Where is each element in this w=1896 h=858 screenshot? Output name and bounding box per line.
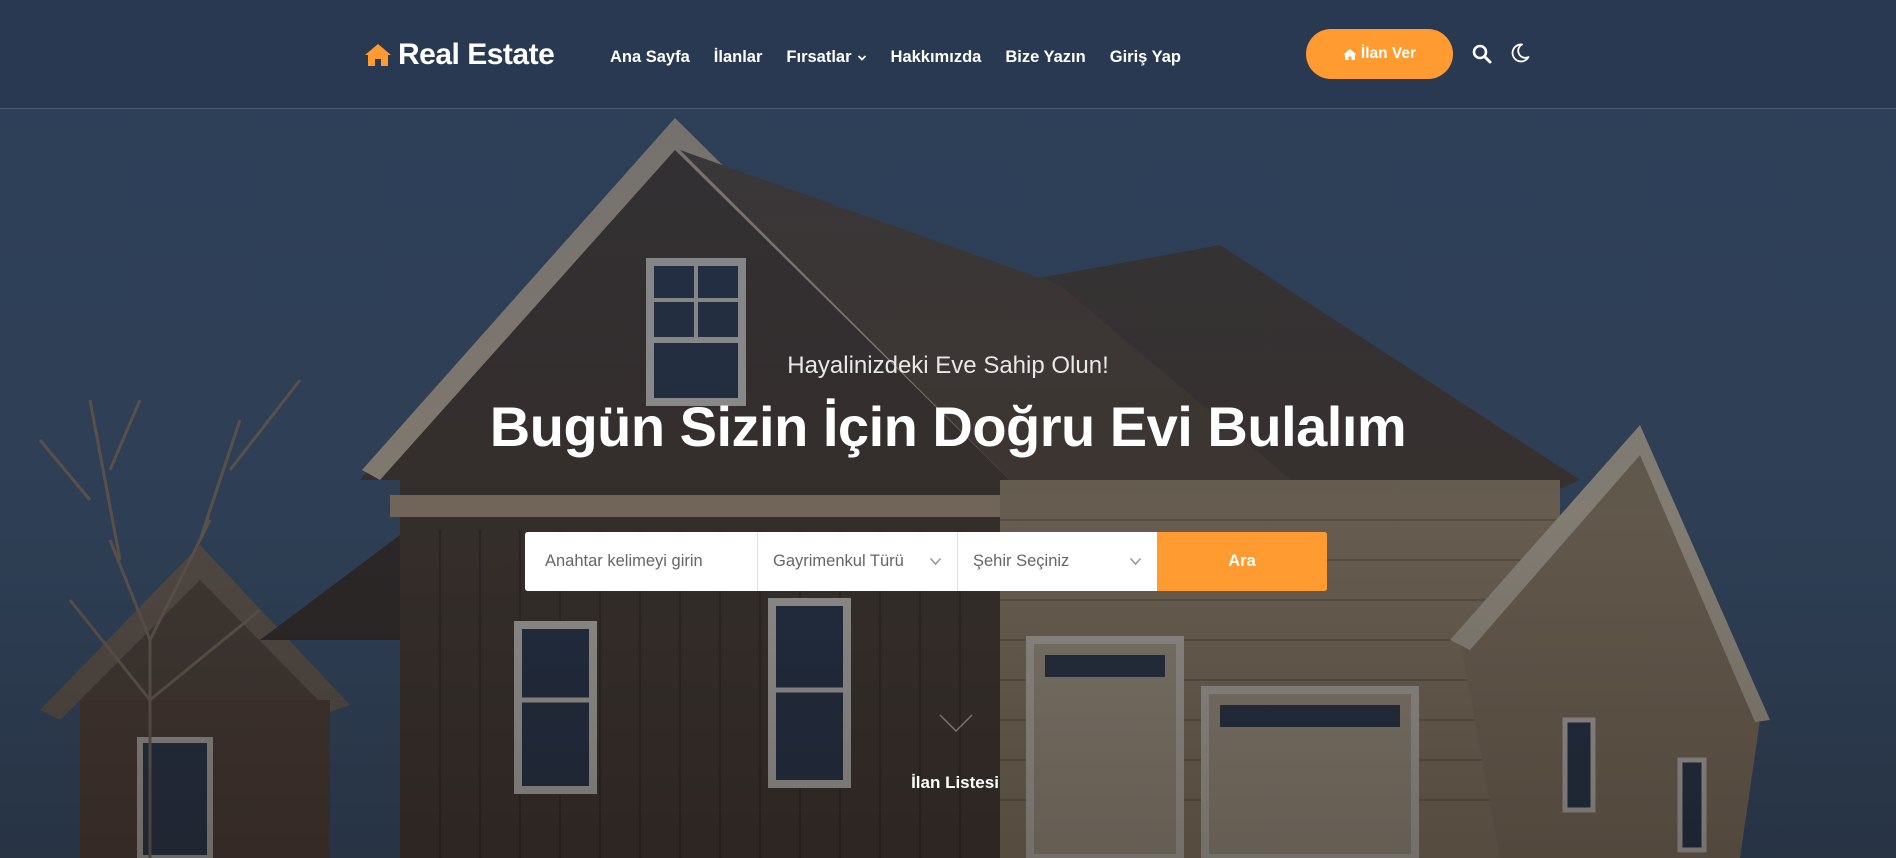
- listing-link[interactable]: İlan Listesi: [0, 773, 1896, 793]
- search-icon[interactable]: [1471, 43, 1493, 65]
- home-icon: [1343, 48, 1357, 60]
- main-nav: Ana Sayfa İlanlar Fırsatlar Hakkımızda B…: [610, 48, 1205, 67]
- navbar: Real Estate Ana Sayfa İlanlar Fırsatlar …: [0, 0, 1896, 109]
- property-type-select[interactable]: Gayrimenkul Türü: [758, 532, 958, 591]
- brand-name: Real Estate: [398, 38, 555, 71]
- hero-subtitle: Hayalinizdeki Eve Sahip Olun!: [787, 352, 1109, 379]
- nav-item-label: Fırsatlar: [786, 48, 852, 66]
- hero-title: Bugün Sizin İçin Doğru Evi Bulalım: [489, 395, 1407, 458]
- ilan-ver-button[interactable]: İlan Ver: [1306, 29, 1453, 79]
- property-type-value: Gayrimenkul Türü: [773, 552, 904, 570]
- search-bar: Gayrimenkul Türü Şehir Seçiniz Ara: [525, 532, 1327, 591]
- chevron-down-icon: [929, 557, 942, 566]
- city-value: Şehir Seçiniz: [973, 552, 1070, 570]
- nav-item-bize-yazin[interactable]: Bize Yazın: [1005, 48, 1085, 67]
- chevron-down-icon: [1129, 557, 1142, 566]
- search-button[interactable]: Ara: [1157, 532, 1327, 591]
- chevron-down-icon: [857, 54, 866, 61]
- nav-item-firsatlar[interactable]: Fırsatlar: [786, 48, 866, 67]
- nav-item-hakkimizda[interactable]: Hakkımızda: [891, 48, 982, 67]
- brand-logo[interactable]: Real Estate: [364, 38, 555, 72]
- ilan-ver-label: İlan Ver: [1360, 45, 1417, 62]
- keyword-input[interactable]: [525, 532, 758, 591]
- chevron-down-icon[interactable]: [938, 712, 974, 734]
- nav-item-giris-yap[interactable]: Giriş Yap: [1110, 48, 1181, 67]
- home-icon: [365, 44, 391, 66]
- nav-item-ilanlar[interactable]: İlanlar: [714, 48, 763, 67]
- moon-icon[interactable]: [1509, 42, 1531, 64]
- nav-item-ana-sayfa[interactable]: Ana Sayfa: [610, 48, 690, 67]
- city-select[interactable]: Şehir Seçiniz: [958, 532, 1157, 591]
